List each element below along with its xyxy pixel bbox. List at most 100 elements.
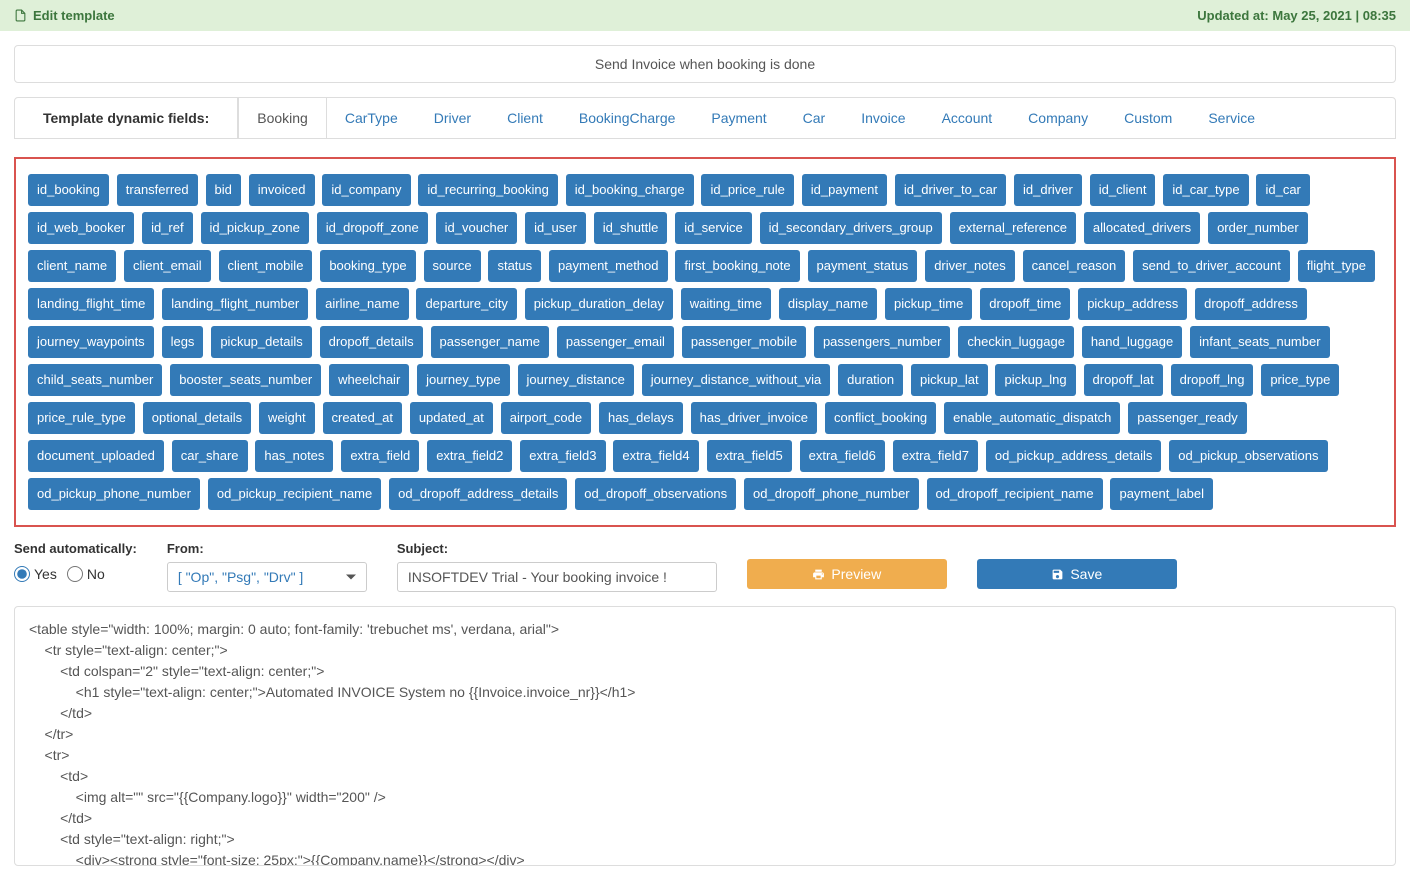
field-tag[interactable]: extra_field5: [707, 440, 792, 472]
field-tag[interactable]: payment_label: [1110, 478, 1213, 510]
field-tag[interactable]: id_car_type: [1163, 174, 1248, 206]
tab-car[interactable]: Car: [785, 98, 844, 138]
field-tag[interactable]: od_pickup_address_details: [986, 440, 1162, 472]
radio-yes-label[interactable]: Yes: [14, 566, 57, 582]
preview-button[interactable]: Preview: [747, 559, 947, 589]
field-tag[interactable]: landing_flight_number: [162, 288, 308, 320]
field-tag[interactable]: passenger_ready: [1128, 402, 1246, 434]
radio-no-label[interactable]: No: [67, 566, 105, 582]
field-tag[interactable]: extra_field6: [800, 440, 885, 472]
tab-cartype[interactable]: CarType: [327, 98, 416, 138]
tab-service[interactable]: Service: [1190, 98, 1273, 138]
field-tag[interactable]: has_driver_invoice: [691, 402, 817, 434]
field-tag[interactable]: extra_field7: [893, 440, 978, 472]
field-tag[interactable]: journey_distance_without_via: [642, 364, 831, 396]
field-tag[interactable]: pickup_time: [885, 288, 972, 320]
field-tag[interactable]: journey_type: [417, 364, 509, 396]
field-tag[interactable]: dropoff_lng: [1171, 364, 1254, 396]
subject-input[interactable]: [397, 562, 717, 592]
field-tag[interactable]: landing_flight_time: [28, 288, 154, 320]
field-tag[interactable]: infant_seats_number: [1190, 326, 1329, 358]
field-tag[interactable]: journey_waypoints: [28, 326, 154, 358]
field-tag[interactable]: transferred: [117, 174, 198, 206]
field-tag[interactable]: price_type: [1261, 364, 1339, 396]
tab-client[interactable]: Client: [489, 98, 561, 138]
field-tag[interactable]: client_name: [28, 250, 116, 282]
field-tag[interactable]: hand_luggage: [1082, 326, 1182, 358]
field-tag[interactable]: od_dropoff_phone_number: [744, 478, 919, 510]
field-tag[interactable]: invoiced: [249, 174, 315, 206]
field-tag[interactable]: extra_field4: [613, 440, 698, 472]
field-tag[interactable]: id_shuttle: [594, 212, 668, 244]
field-tag[interactable]: id_payment: [802, 174, 887, 206]
template-code-editor[interactable]: <table style="width: 100%; margin: 0 aut…: [14, 606, 1396, 866]
field-tag[interactable]: pickup_address: [1078, 288, 1187, 320]
field-tag[interactable]: id_voucher: [436, 212, 518, 244]
field-tag[interactable]: journey_distance: [518, 364, 634, 396]
field-tag[interactable]: created_at: [323, 402, 402, 434]
field-tag[interactable]: child_seats_number: [28, 364, 162, 396]
field-tag[interactable]: id_user: [525, 212, 586, 244]
field-tag[interactable]: pickup_lat: [911, 364, 988, 396]
field-tag[interactable]: allocated_drivers: [1084, 212, 1200, 244]
field-tag[interactable]: passenger_name: [431, 326, 549, 358]
tab-driver[interactable]: Driver: [416, 98, 489, 138]
field-tag[interactable]: source: [424, 250, 481, 282]
field-tag[interactable]: wheelchair: [329, 364, 409, 396]
from-select[interactable]: [ "Op", "Psg", "Drv" ]: [167, 562, 367, 592]
field-tag[interactable]: dropoff_details: [320, 326, 423, 358]
field-tag[interactable]: order_number: [1208, 212, 1308, 244]
field-tag[interactable]: id_car: [1256, 174, 1309, 206]
field-tag[interactable]: od_pickup_phone_number: [28, 478, 200, 510]
field-tag[interactable]: passenger_email: [557, 326, 674, 358]
field-tag[interactable]: enable_automatic_dispatch: [944, 402, 1120, 434]
field-tag[interactable]: od_pickup_recipient_name: [208, 478, 381, 510]
field-tag[interactable]: departure_city: [416, 288, 516, 320]
field-tag[interactable]: status: [488, 250, 541, 282]
field-tag[interactable]: has_notes: [255, 440, 333, 472]
radio-yes[interactable]: [14, 566, 30, 582]
field-tag[interactable]: driver_notes: [925, 250, 1015, 282]
field-tag[interactable]: id_recurring_booking: [418, 174, 557, 206]
field-tag[interactable]: weight: [259, 402, 315, 434]
field-tag[interactable]: has_delays: [599, 402, 683, 434]
field-tag[interactable]: duration: [838, 364, 903, 396]
field-tag[interactable]: first_booking_note: [675, 250, 799, 282]
field-tag[interactable]: payment_method: [549, 250, 667, 282]
field-tag[interactable]: client_mobile: [219, 250, 313, 282]
field-tag[interactable]: price_rule_type: [28, 402, 135, 434]
field-tag[interactable]: dropoff_lat: [1084, 364, 1163, 396]
field-tag[interactable]: display_name: [779, 288, 877, 320]
field-tag[interactable]: id_secondary_drivers_group: [760, 212, 942, 244]
field-tag[interactable]: extra_field2: [427, 440, 512, 472]
field-tag[interactable]: id_ref: [142, 212, 193, 244]
field-tag[interactable]: id_driver: [1014, 174, 1082, 206]
field-tag[interactable]: extra_field3: [520, 440, 605, 472]
field-tag[interactable]: id_price_rule: [701, 174, 793, 206]
field-tag[interactable]: id_booking_charge: [566, 174, 694, 206]
field-tag[interactable]: passenger_mobile: [682, 326, 806, 358]
field-tag[interactable]: od_dropoff_recipient_name: [927, 478, 1103, 510]
tab-booking[interactable]: Booking: [238, 98, 327, 139]
field-tag[interactable]: id_company: [322, 174, 410, 206]
field-tag[interactable]: pickup_duration_delay: [525, 288, 673, 320]
field-tag[interactable]: cancel_reason: [1023, 250, 1126, 282]
radio-no[interactable]: [67, 566, 83, 582]
field-tag[interactable]: optional_details: [143, 402, 251, 434]
field-tag[interactable]: client_email: [124, 250, 211, 282]
field-tag[interactable]: waiting_time: [681, 288, 771, 320]
tab-payment[interactable]: Payment: [693, 98, 784, 138]
field-tag[interactable]: send_to_driver_account: [1133, 250, 1290, 282]
field-tag[interactable]: id_service: [675, 212, 752, 244]
tab-invoice[interactable]: Invoice: [843, 98, 923, 138]
field-tag[interactable]: id_booking: [28, 174, 109, 206]
field-tag[interactable]: od_pickup_observations: [1169, 440, 1327, 472]
field-tag[interactable]: id_pickup_zone: [201, 212, 309, 244]
field-tag[interactable]: booster_seats_number: [170, 364, 321, 396]
field-tag[interactable]: document_uploaded: [28, 440, 164, 472]
field-tag[interactable]: id_web_booker: [28, 212, 134, 244]
field-tag[interactable]: conflict_booking: [825, 402, 936, 434]
tab-custom[interactable]: Custom: [1106, 98, 1190, 138]
field-tag[interactable]: dropoff_address: [1195, 288, 1307, 320]
field-tag[interactable]: checkin_luggage: [958, 326, 1074, 358]
